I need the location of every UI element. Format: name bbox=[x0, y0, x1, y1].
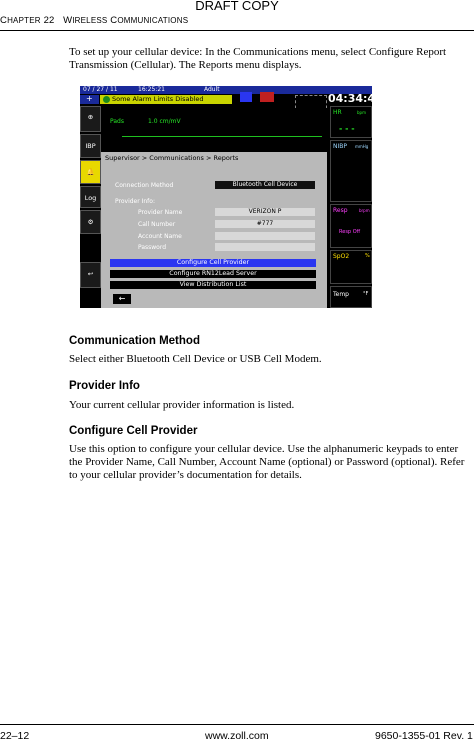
provider-name-field[interactable]: VERIZON P bbox=[215, 208, 315, 216]
bluetooth-icon bbox=[240, 92, 252, 102]
intro-paragraph: To set up your cellular device: In the C… bbox=[69, 46, 447, 72]
gear-icon: ⚙ bbox=[87, 218, 94, 226]
add-button[interactable]: + bbox=[80, 94, 99, 104]
section-body-provider-info: Your current cellular provider informati… bbox=[69, 399, 295, 411]
ibp-button[interactable]: IBP bbox=[80, 134, 101, 158]
draft-watermark: DRAFT COPY bbox=[195, 0, 279, 13]
footer-rule bbox=[0, 724, 474, 725]
page-number: 22–12 bbox=[0, 730, 30, 742]
settings-button[interactable]: ⚙ bbox=[80, 210, 101, 234]
account-name-field[interactable] bbox=[215, 232, 315, 240]
section-heading-provider-info: Provider Info bbox=[69, 380, 140, 392]
return-arrow-icon: ↩ bbox=[87, 270, 94, 278]
nibp-tile[interactable]: NIBP mmHg bbox=[330, 140, 372, 202]
password-label: Password bbox=[138, 244, 167, 251]
configure-rn12lead-server-button[interactable]: Configure RN12Lead Server bbox=[110, 270, 316, 278]
section-heading-configure-cell-provider: Configure Cell Provider bbox=[69, 425, 198, 437]
provider-info-label: Provider Info: bbox=[115, 198, 155, 205]
time-text: 16:25:21 bbox=[138, 86, 165, 93]
check-icon bbox=[103, 96, 110, 103]
hr-tile[interactable]: HR bpm - - - bbox=[330, 106, 372, 138]
connection-method-label: Connection Method bbox=[115, 182, 174, 189]
battery-icon bbox=[260, 92, 274, 102]
resp-tile[interactable]: Resp brpm Resp Off bbox=[330, 204, 372, 248]
section-heading-communication-method: Communication Method bbox=[69, 335, 200, 347]
call-number-label: Call Number bbox=[138, 221, 176, 228]
breadcrumb: Supervisor > Communications > Reports bbox=[105, 154, 239, 162]
spo2-tile[interactable]: SpO2 % bbox=[330, 250, 372, 284]
log-button[interactable]: Log bbox=[80, 186, 101, 208]
password-field[interactable] bbox=[215, 243, 315, 251]
date-text: 07 / 27 / 11 bbox=[83, 86, 118, 93]
document-number: 9650-1355-01 Rev. 1 bbox=[375, 730, 473, 742]
website-link[interactable]: www.zoll.com bbox=[205, 730, 269, 742]
configure-cell-provider-button[interactable]: Configure Cell Provider bbox=[110, 259, 316, 267]
alarm-status-bar: Some Alarm Limits Disabled bbox=[100, 95, 232, 104]
view-distribution-list-button[interactable]: View Distribution List bbox=[110, 281, 316, 289]
provider-name-label: Provider Name bbox=[138, 209, 183, 216]
section-body-configure-cell-provider: Use this option to configure your cellul… bbox=[69, 443, 465, 482]
call-number-field[interactable]: #777 bbox=[215, 220, 315, 228]
device-screenshot: 07 / 27 / 11 16:25:21 Adult + Some Alarm… bbox=[80, 86, 372, 308]
temp-tile[interactable]: Temp °F bbox=[330, 286, 372, 308]
back-arrow-button[interactable]: ← bbox=[113, 294, 131, 304]
section-body-communication-method: Select either Bluetooth Cell Device or U… bbox=[69, 353, 322, 365]
account-name-label: Account Name bbox=[138, 233, 182, 240]
return-button[interactable]: ↩ bbox=[80, 262, 101, 288]
alarm-bell-button[interactable]: 🔔 bbox=[80, 160, 101, 184]
clock: 04:34:45 bbox=[328, 92, 372, 105]
defib-button[interactable]: ⊕ bbox=[80, 106, 101, 132]
running-header: CHAPTER 22 WIRELESS COMMUNICATIONS bbox=[0, 15, 189, 26]
ecg-waveform: Pads 1.0 cm/mV bbox=[102, 108, 328, 150]
connection-method-select[interactable]: Bluetooth Cell Device bbox=[215, 181, 315, 189]
header-rule bbox=[0, 30, 474, 31]
patient-type: Adult bbox=[204, 86, 220, 93]
